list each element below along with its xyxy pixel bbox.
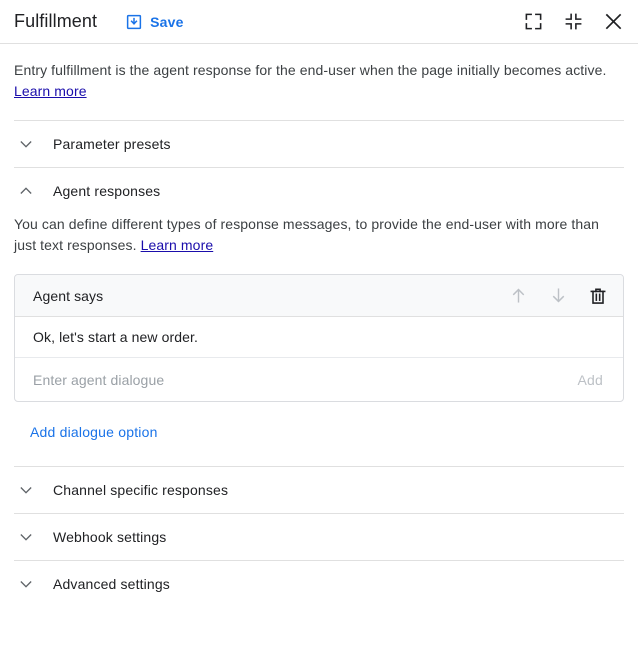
- move-down-icon[interactable]: [547, 285, 569, 307]
- chevron-up-icon: [14, 179, 38, 203]
- section-label-advanced-settings: Advanced settings: [53, 576, 170, 592]
- intro-paragraph: Entry fulfillment is the agent response …: [14, 44, 624, 102]
- section-header-agent-responses[interactable]: Agent responses: [14, 168, 624, 214]
- section-header-parameter-presets[interactable]: Parameter presets: [14, 121, 624, 167]
- section-label-agent-responses: Agent responses: [53, 183, 160, 199]
- section-header-webhook-settings[interactable]: Webhook settings: [14, 514, 624, 560]
- intro-text: Entry fulfillment is the agent response …: [14, 62, 606, 78]
- intro-bottom-spacer: [14, 102, 624, 120]
- delete-icon[interactable]: [587, 285, 609, 307]
- dialogue-input-row: Add: [15, 358, 623, 401]
- agent-responses-description: You can define different types of respon…: [14, 214, 624, 270]
- section-label-webhook-settings: Webhook settings: [53, 529, 166, 545]
- collapse-icon[interactable]: [562, 11, 584, 33]
- agent-says-card: Agent says: [14, 274, 624, 402]
- save-button[interactable]: Save: [121, 11, 188, 33]
- chevron-down-icon: [14, 525, 38, 549]
- agent-responses-description-text: You can define different types of respon…: [14, 216, 599, 253]
- expand-icon[interactable]: [522, 11, 544, 33]
- close-icon[interactable]: [602, 11, 624, 33]
- dialogue-text: Ok, let's start a new order.: [33, 329, 198, 345]
- dialogue-input[interactable]: [33, 372, 571, 388]
- section-label-channel-specific-responses: Channel specific responses: [53, 482, 228, 498]
- chevron-down-icon: [14, 132, 38, 156]
- save-icon: [125, 13, 143, 31]
- dialog-header: Fulfillment Save: [0, 0, 638, 44]
- page-title: Fulfillment: [14, 11, 97, 32]
- chevron-down-icon: [14, 572, 38, 596]
- header-actions: [522, 11, 624, 33]
- section-header-advanced-settings[interactable]: Advanced settings: [14, 561, 624, 607]
- section-body-agent-responses: You can define different types of respon…: [14, 214, 624, 466]
- dialog-content: Entry fulfillment is the agent response …: [0, 44, 638, 607]
- dialogue-row[interactable]: Ok, let's start a new order.: [15, 317, 623, 358]
- add-dialogue-button[interactable]: Add: [571, 368, 609, 392]
- save-button-label: Save: [150, 14, 184, 30]
- add-dialogue-option-button[interactable]: Add dialogue option: [30, 424, 158, 440]
- agent-says-card-header: Agent says: [15, 275, 623, 317]
- agent-responses-learn-more-link[interactable]: Learn more: [141, 237, 214, 253]
- move-up-icon[interactable]: [507, 285, 529, 307]
- section-header-channel-specific-responses[interactable]: Channel specific responses: [14, 467, 624, 513]
- intro-learn-more-link[interactable]: Learn more: [14, 83, 87, 99]
- chevron-down-icon: [14, 478, 38, 502]
- agent-says-card-actions: [507, 285, 609, 307]
- agent-says-title: Agent says: [33, 288, 103, 304]
- section-label-parameter-presets: Parameter presets: [53, 136, 171, 152]
